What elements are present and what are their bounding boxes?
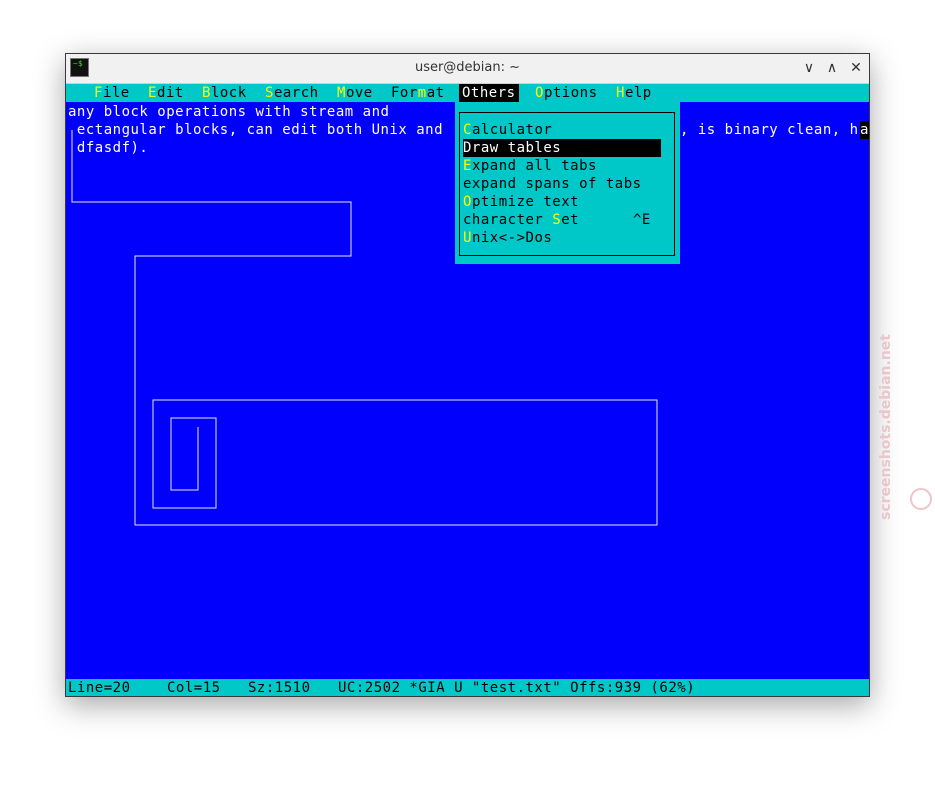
shortcut-label: ^E: [633, 212, 651, 228]
others-dropdown-menu: Calculator Draw tables Expand all tabs e…: [455, 102, 680, 264]
menu-item-optimize-text[interactable]: Optimize text: [463, 193, 661, 211]
status-col: Col=15: [167, 680, 221, 696]
menu-item-draw-tables[interactable]: Draw tables: [463, 139, 661, 157]
status-info: UC:2502 *GIA U "test.txt" Offs:939 (62%): [338, 680, 696, 696]
menu-item-calculator[interactable]: Calculator: [463, 121, 661, 139]
status-bar: Line=20 Col=15 Sz:1510 UC:2502 *GIA U "t…: [66, 679, 869, 696]
status-size: Sz:1510: [248, 680, 311, 696]
menu-item-unix-dos[interactable]: Unix<->Dos: [463, 229, 661, 247]
watermark-icon: [910, 488, 932, 510]
menu-item-expand-all-tabs[interactable]: Expand all tabs: [463, 157, 661, 175]
terminal-window: ~$ user@debian: ~ ∨ ∧ ✕ File Edit Block …: [65, 53, 870, 697]
status-line: Line=20: [68, 680, 131, 696]
menu-item-expand-spans[interactable]: expand spans of tabs: [463, 175, 661, 193]
watermark: screenshots.debian.net: [878, 334, 894, 520]
menu-item-character-set[interactable]: character Set ^E: [463, 211, 661, 229]
